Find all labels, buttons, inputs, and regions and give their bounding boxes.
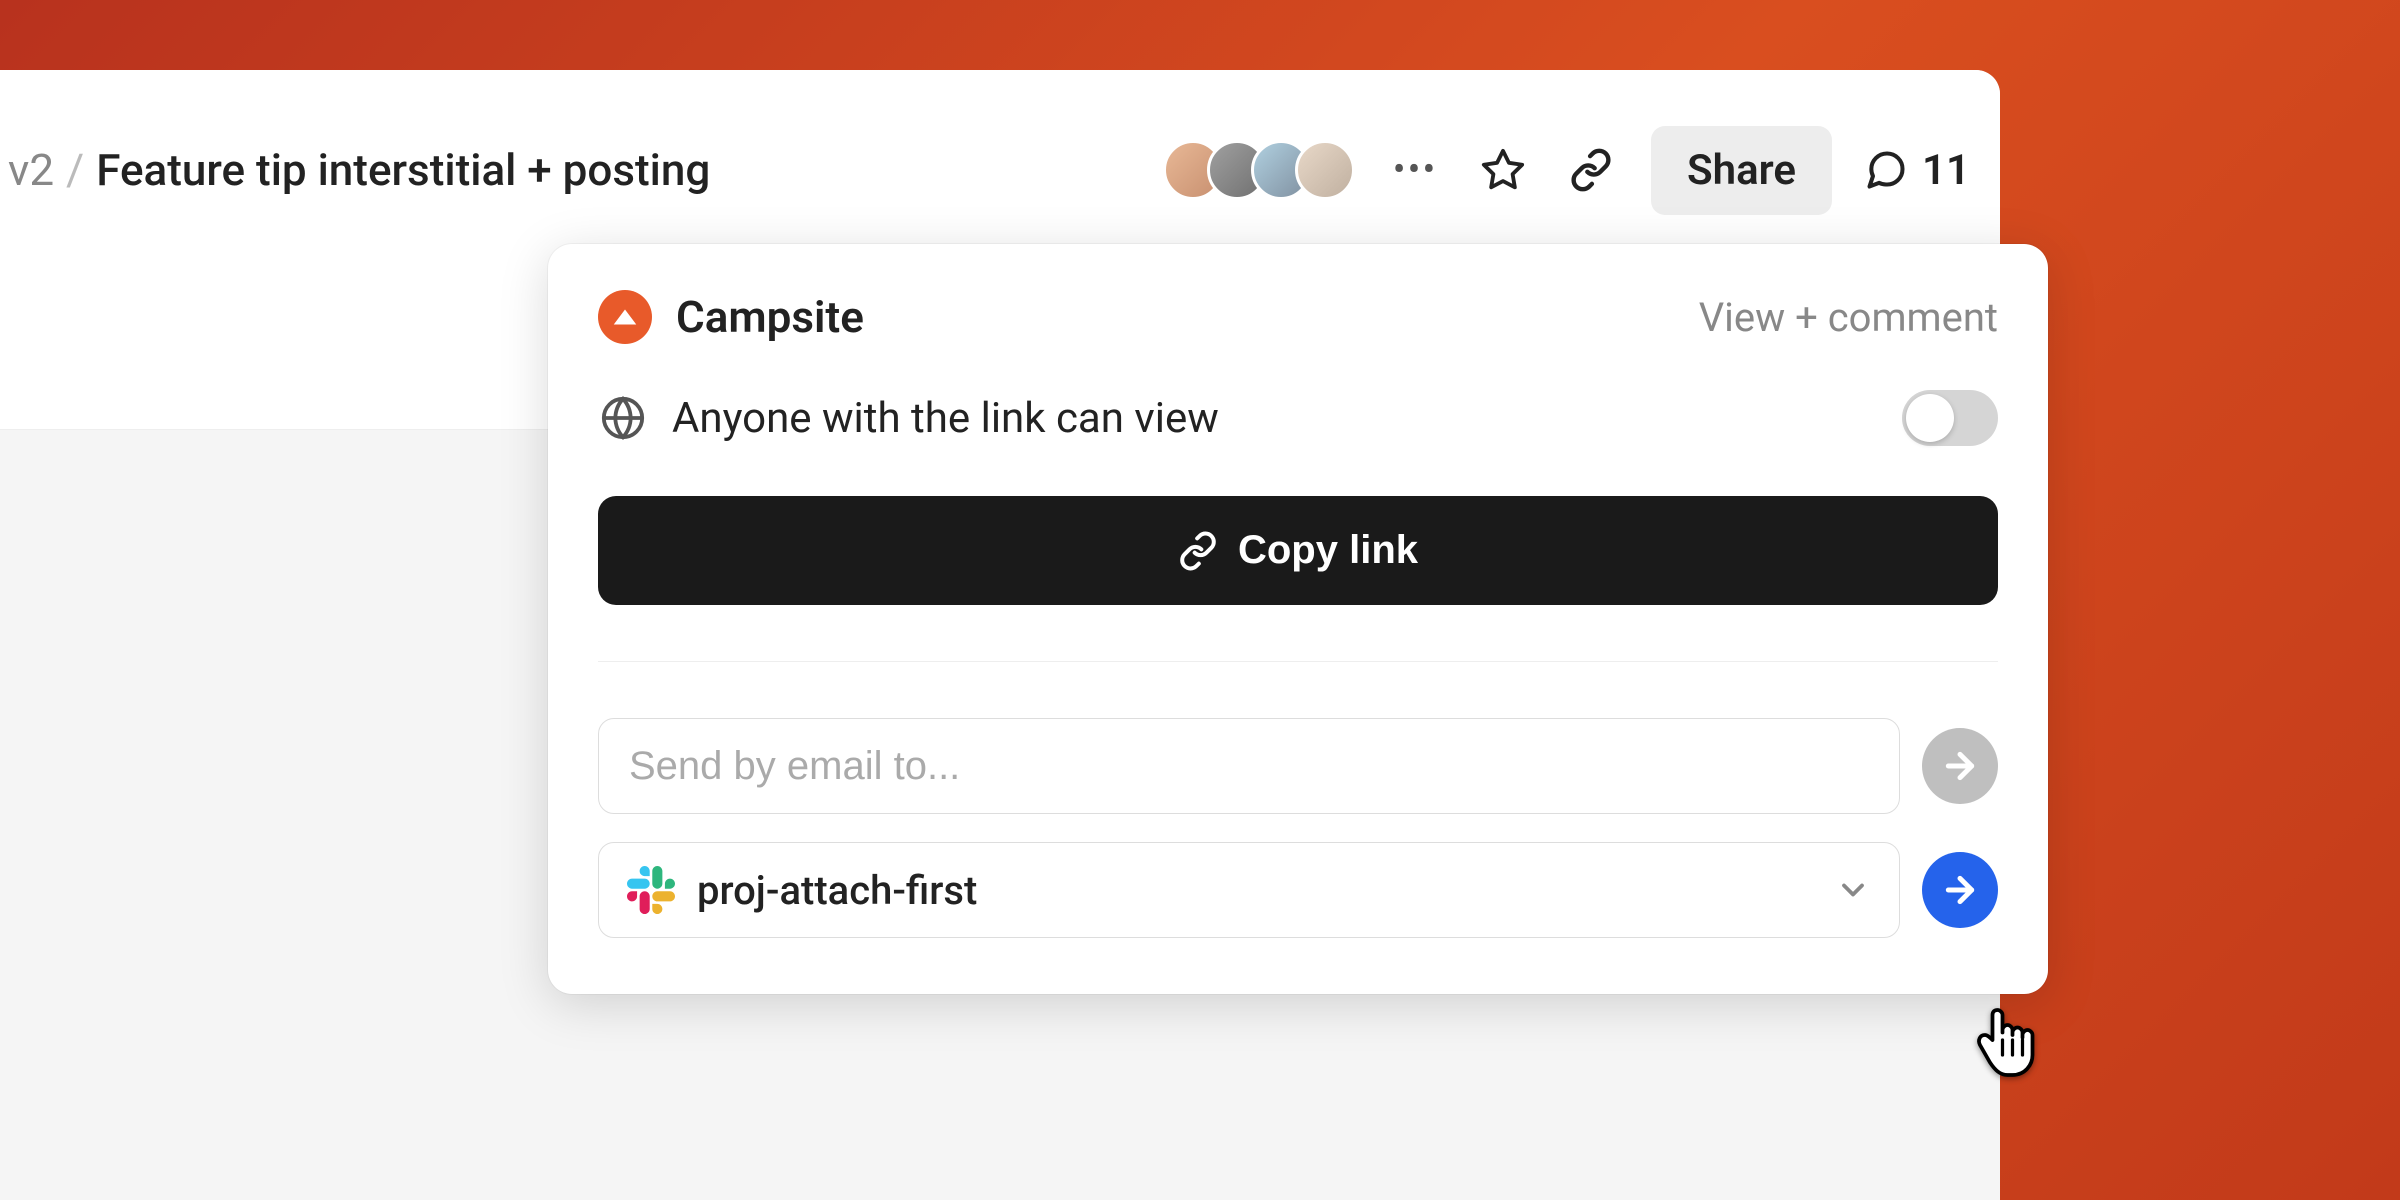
breadcrumb-separator: / [66,144,84,196]
arrow-right-icon [1940,870,1980,910]
star-icon [1480,147,1526,193]
chevron-down-icon [1835,872,1871,908]
slack-icon [627,866,675,914]
send-email-button[interactable] [1922,728,1998,804]
link-button[interactable] [1563,142,1619,198]
public-link-toggle[interactable] [1902,390,1998,446]
public-link-row: Anyone with the link can view [598,390,1998,446]
permission-level[interactable]: View + comment [1699,294,1998,341]
copy-link-button[interactable]: Copy link [598,496,1998,605]
divider [598,661,1998,662]
slack-channel-select[interactable]: proj-attach-first [598,842,1900,938]
copy-link-label: Copy link [1238,528,1418,573]
org-name: Campsite [676,291,864,343]
page-title: Feature tip interstitial + posting [96,144,710,196]
slack-send-row: proj-attach-first [598,842,1998,938]
public-link-label: Anyone with the link can view [672,394,1219,443]
more-icon: ••• [1393,148,1437,192]
email-send-row [598,718,1998,814]
comment-icon [1864,148,1908,192]
send-slack-button[interactable] [1922,852,1998,928]
comment-count: 11 [1922,146,1970,195]
org-permission-row[interactable]: Campsite View + comment [598,290,1998,344]
org-logo-icon [598,290,652,344]
link-icon [1569,148,1613,192]
avatar[interactable] [1295,140,1355,200]
more-button[interactable]: ••• [1387,142,1443,198]
globe-icon [598,393,648,443]
email-input[interactable] [598,718,1900,814]
breadcrumb: v2 / Feature tip interstitial + posting [0,144,710,196]
toggle-knob [1906,394,1954,442]
comments-button[interactable]: 11 [1864,146,1970,195]
link-icon [1178,531,1218,571]
favorite-button[interactable] [1475,142,1531,198]
page-header: v2 / Feature tip interstitial + posting … [0,70,2000,270]
breadcrumb-folder[interactable]: v2 [8,144,54,196]
slack-channel-name: proj-attach-first [697,867,977,914]
collaborator-avatars[interactable] [1163,140,1355,200]
arrow-right-icon [1940,746,1980,786]
share-popup: Campsite View + comment Anyone with the … [548,244,2048,994]
share-button[interactable]: Share [1651,126,1832,215]
header-actions: ••• Share 11 [1163,126,1970,215]
